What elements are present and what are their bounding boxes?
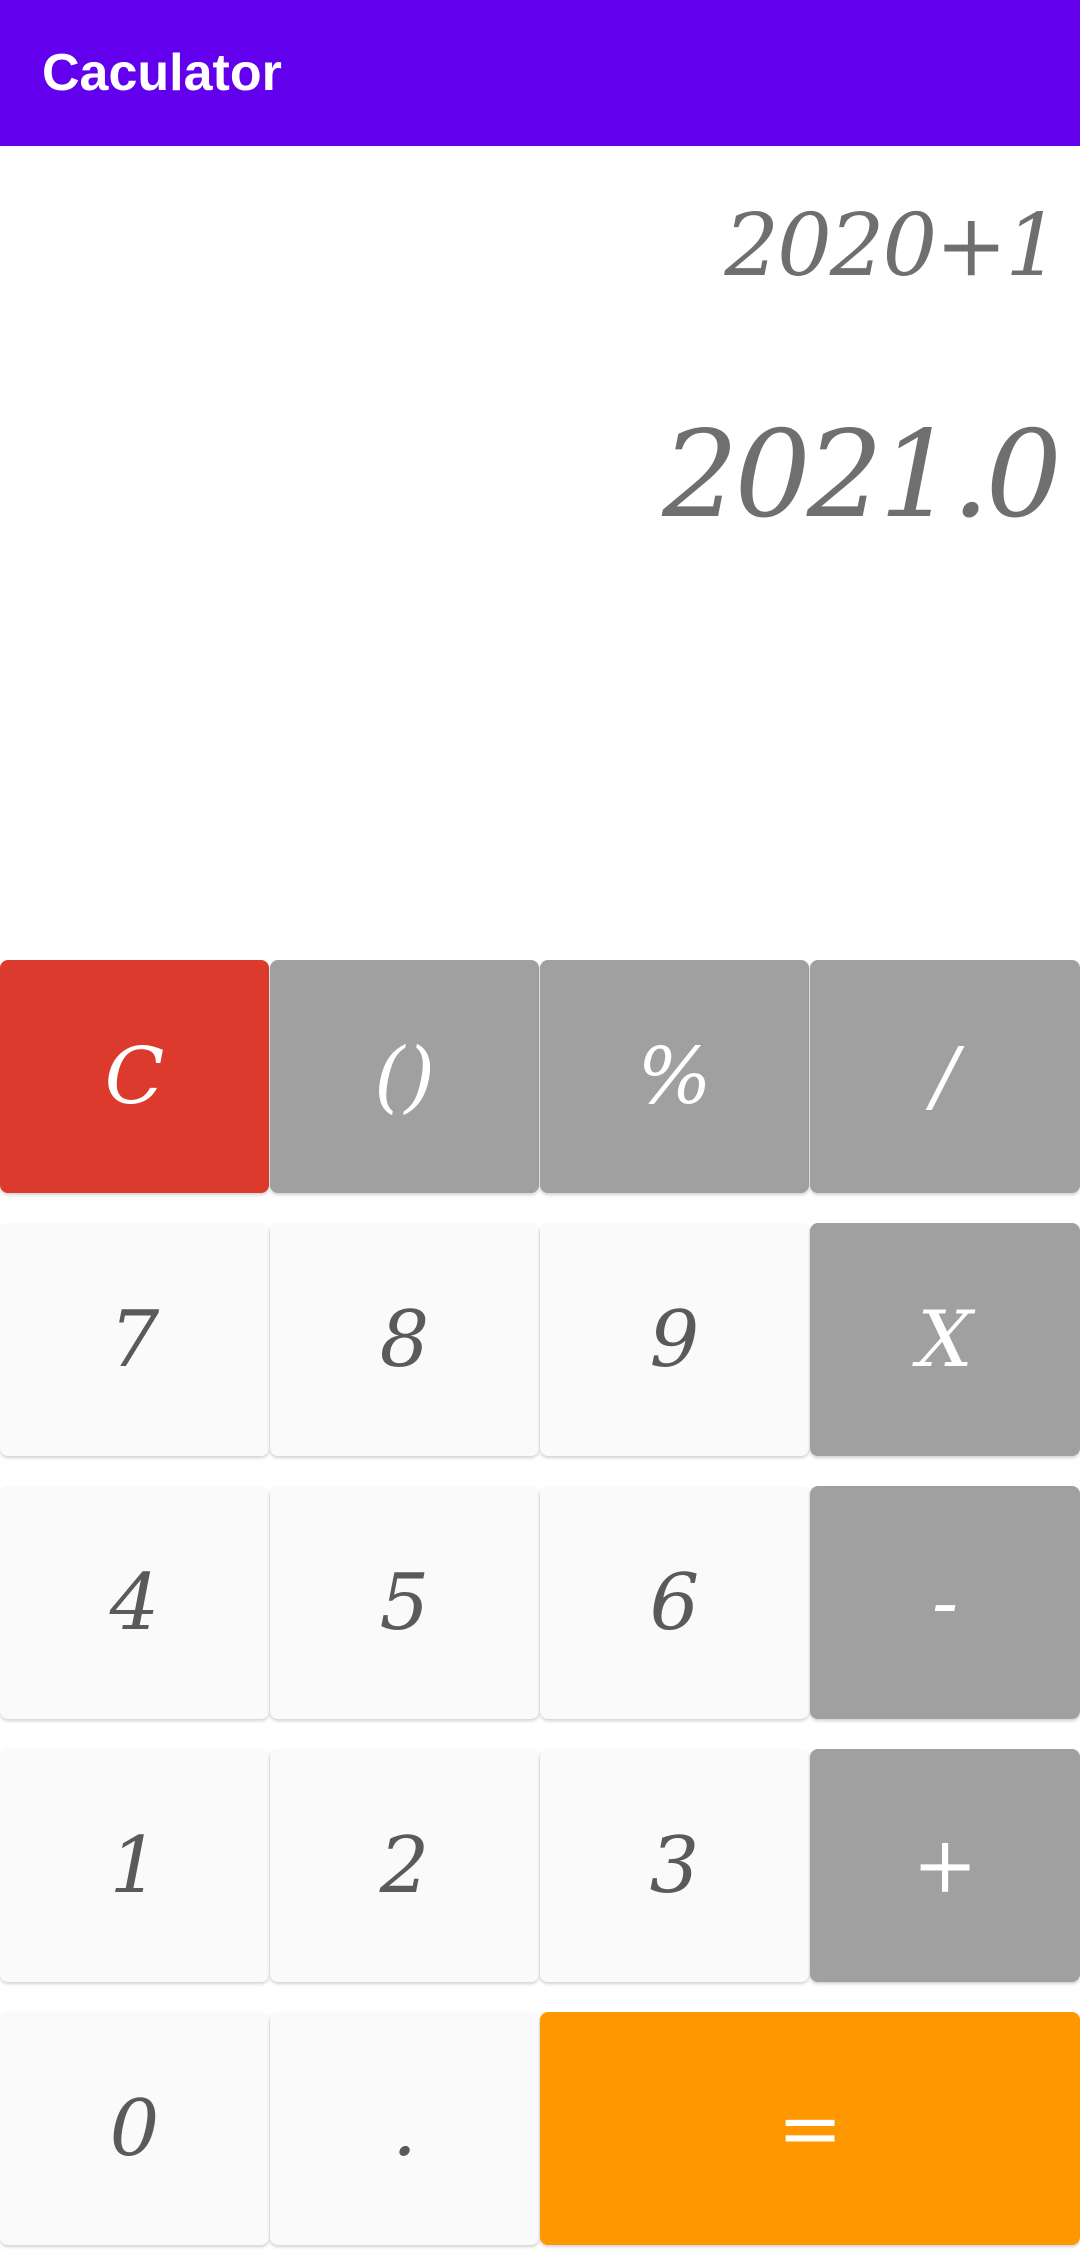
digit-9-button[interactable]: 9	[540, 1223, 809, 1456]
clear-button[interactable]: C	[0, 960, 269, 1193]
digit-8-button[interactable]: 8	[270, 1223, 539, 1456]
equals-button[interactable]: =	[540, 2012, 1080, 2245]
digit-6-button[interactable]: 6	[540, 1486, 809, 1719]
expression-text: 2020+1	[724, 196, 1060, 296]
digit-0-button[interactable]: 0	[0, 2012, 269, 2245]
result-text: 2021.0	[662, 406, 1062, 545]
digit-3-button[interactable]: 3	[540, 1749, 809, 1982]
digit-1-button[interactable]: 1	[0, 1749, 269, 1982]
digit-5-button[interactable]: 5	[270, 1486, 539, 1719]
digit-7-button[interactable]: 7	[0, 1223, 269, 1456]
percent-button[interactable]: %	[540, 960, 809, 1193]
decimal-point-button[interactable]: .	[270, 2012, 539, 2245]
divide-button[interactable]: /	[810, 960, 1080, 1193]
subtract-button[interactable]: -	[810, 1486, 1080, 1719]
calculator-display: 2020+1 2021.0	[0, 146, 1080, 960]
app-title: Caculator	[42, 44, 282, 102]
digit-4-button[interactable]: 4	[0, 1486, 269, 1719]
add-button[interactable]: +	[810, 1749, 1080, 1982]
parentheses-button[interactable]: ()	[270, 960, 539, 1193]
app-bar: Caculator	[0, 0, 1080, 146]
multiply-button[interactable]: X	[810, 1223, 1080, 1456]
digit-2-button[interactable]: 2	[270, 1749, 539, 1982]
